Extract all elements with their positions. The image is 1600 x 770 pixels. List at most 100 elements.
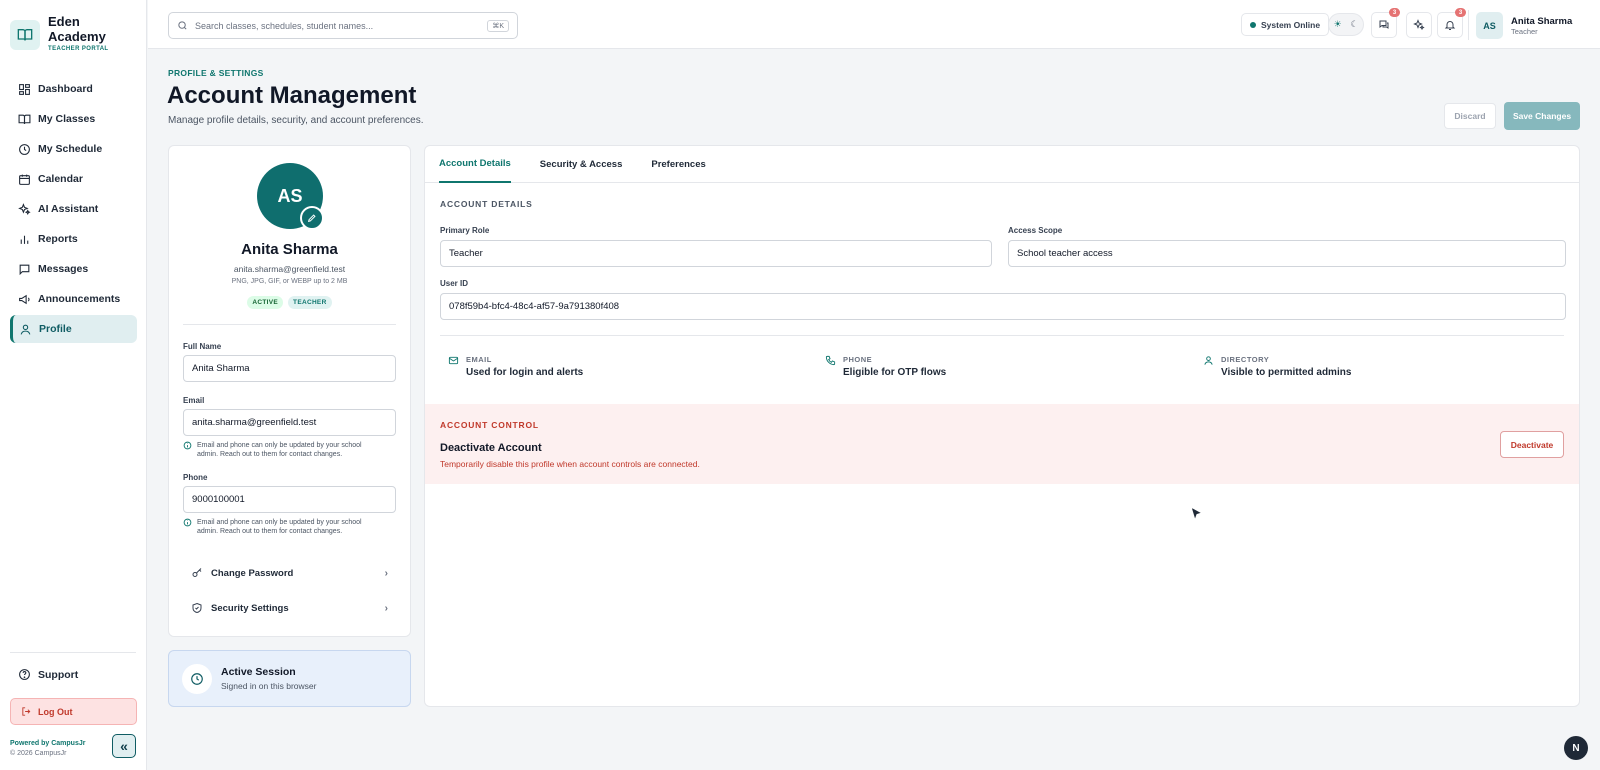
phone-field[interactable]: 9000100001 (183, 486, 396, 513)
sun-icon: ☀ (1333, 19, 1342, 29)
status-badge: ACTIVE (247, 296, 284, 309)
sidebar-item-dashboard[interactable]: Dashboard (10, 75, 137, 103)
full-name-label: Full Name (183, 342, 222, 351)
sidebar-item-label: Announcements (38, 293, 121, 305)
pencil-icon (307, 214, 316, 223)
divider (440, 335, 1564, 336)
copyright: © 2026 CampusJr (10, 750, 67, 757)
breadcrumb: PROFILE & SETTINGS (168, 68, 264, 78)
discard-button[interactable]: Discard (1444, 103, 1496, 129)
shield-icon (192, 602, 202, 614)
access-scope-field[interactable]: School teacher access (1008, 240, 1566, 267)
divider (183, 324, 396, 325)
user-id-field[interactable]: 078f59b4-bfc4-48c4-af57-9a791380f408 (440, 293, 1566, 320)
primary-role-label: Primary Role (440, 226, 490, 235)
tab-preferences[interactable]: Preferences (651, 146, 705, 183)
user-menu[interactable]: AS Anita Sharma Teacher (1476, 12, 1572, 39)
collapse-sidebar-button[interactable]: « (112, 734, 136, 758)
bar-chart-icon (20, 235, 29, 244)
change-password-link[interactable]: Change Password › (183, 558, 396, 588)
search-placeholder: Search classes, schedules, student names… (195, 20, 374, 31)
chat-icon (1379, 20, 1389, 29)
search-shortcut: ⌘K (487, 19, 509, 32)
brand-subtitle: TEACHER PORTAL (48, 46, 109, 52)
sidebar-item-label: Profile (39, 323, 72, 335)
tab-security-access[interactable]: Security & Access (540, 146, 623, 183)
deactivate-title: Deactivate Account (440, 442, 542, 454)
sparkle-icon (1413, 19, 1425, 31)
chevron-right-icon: › (384, 602, 388, 614)
phone-help: Email and phone can only be updated by y… (183, 518, 383, 536)
system-status: System Online (1241, 13, 1330, 36)
grid-icon (19, 83, 30, 95)
sidebar-item-label: Dashboard (38, 83, 93, 95)
security-settings-link[interactable]: Security Settings › (183, 593, 396, 623)
messages-button[interactable]: 3 (1371, 8, 1400, 38)
profile-email: anita.sharma@greenfield.test (233, 264, 346, 274)
active-session-card: Active Session Signed in on this browser (168, 650, 411, 707)
clock-icon (19, 143, 30, 155)
full-name-field[interactable]: Anita Sharma (183, 355, 396, 382)
user-role: Teacher (1511, 26, 1538, 36)
account-panel: Account Details Security & Access Prefer… (424, 145, 1580, 707)
chevron-right-icon: › (384, 567, 388, 579)
sidebar-item-calendar[interactable]: Calendar (10, 165, 137, 193)
theme-toggle[interactable]: ☀ ☾ (1328, 13, 1364, 36)
info-email: EMAIL Used for login and alerts (448, 355, 583, 378)
sidebar-item-my-schedule[interactable]: My Schedule (10, 135, 137, 163)
section-title: ACCOUNT DETAILS (440, 199, 533, 209)
brand[interactable]: Eden Academy TEACHER PORTAL (10, 14, 109, 52)
help-circle-icon (19, 669, 30, 680)
status-text: System Online (1261, 19, 1321, 30)
book-logo-icon (10, 20, 40, 50)
primary-role-field[interactable]: Teacher (440, 240, 992, 267)
sidebar-item-ai-assistant[interactable]: AI Assistant (10, 195, 137, 223)
phone-icon (825, 355, 836, 366)
info-email-key: EMAIL (466, 355, 492, 364)
info-icon (183, 441, 192, 450)
sidebar-item-label: Calendar (38, 173, 83, 185)
email-field[interactable]: anita.sharma@greenfield.test (183, 409, 396, 436)
upload-hint: PNG, JPG, GIF, or WEBP up to 2 MB (231, 278, 348, 285)
sidebar-item-my-classes[interactable]: My Classes (10, 105, 137, 133)
sidebar-item-messages[interactable]: Messages (10, 255, 137, 283)
chevrons-left-icon: « (120, 738, 128, 754)
support-link[interactable]: Support (18, 668, 78, 681)
profile-badges: ACTIVE TEACHER (169, 296, 410, 309)
sidebar-divider (10, 652, 136, 653)
message-icon (19, 264, 30, 275)
tab-account-details[interactable]: Account Details (439, 146, 511, 183)
megaphone-icon (19, 294, 30, 304)
email-help: Email and phone can only be updated by y… (183, 441, 383, 459)
sidebar-item-label: My Classes (38, 113, 96, 125)
brand-name-line2: Academy (48, 29, 106, 44)
info-icon (183, 518, 192, 527)
sidebar-item-announcements[interactable]: Announcements (10, 285, 137, 313)
session-title: Active Session (221, 666, 296, 678)
n-badge[interactable]: N (1564, 736, 1588, 760)
deactivate-button[interactable]: Deactivate (1500, 431, 1564, 458)
user-icon (20, 324, 31, 335)
ai-button[interactable] (1406, 12, 1432, 38)
sidebar: Eden Academy TEACHER PORTAL Dashboard My… (0, 0, 147, 770)
change-password-label: Change Password (211, 567, 294, 579)
page-subtitle: Manage profile details, security, and ac… (168, 115, 424, 126)
email-help-text: Email and phone can only be updated by y… (197, 442, 362, 458)
powered-by: Powered by CampusJr © 2026 CampusJr (10, 739, 85, 759)
profile-name: Anita Sharma (241, 241, 338, 258)
user-name: Anita Sharma (1511, 15, 1573, 27)
sidebar-item-reports[interactable]: Reports (10, 225, 137, 253)
header-divider (1468, 10, 1469, 40)
save-changes-button[interactable]: Save Changes (1504, 102, 1580, 130)
support-label: Support (38, 668, 79, 681)
notifications-badge: 3 (1455, 8, 1466, 17)
edit-avatar-button[interactable] (300, 206, 324, 230)
page-title: Account Management (167, 82, 417, 109)
sidebar-item-profile[interactable]: Profile (10, 315, 137, 343)
user-icon (1204, 356, 1213, 365)
status-dot (1250, 21, 1256, 28)
logout-button[interactable]: Log Out (10, 698, 137, 725)
avatar: AS (1476, 12, 1503, 39)
notifications-button[interactable]: 3 (1437, 8, 1466, 38)
search-input[interactable]: Search classes, schedules, student names… (168, 12, 518, 39)
